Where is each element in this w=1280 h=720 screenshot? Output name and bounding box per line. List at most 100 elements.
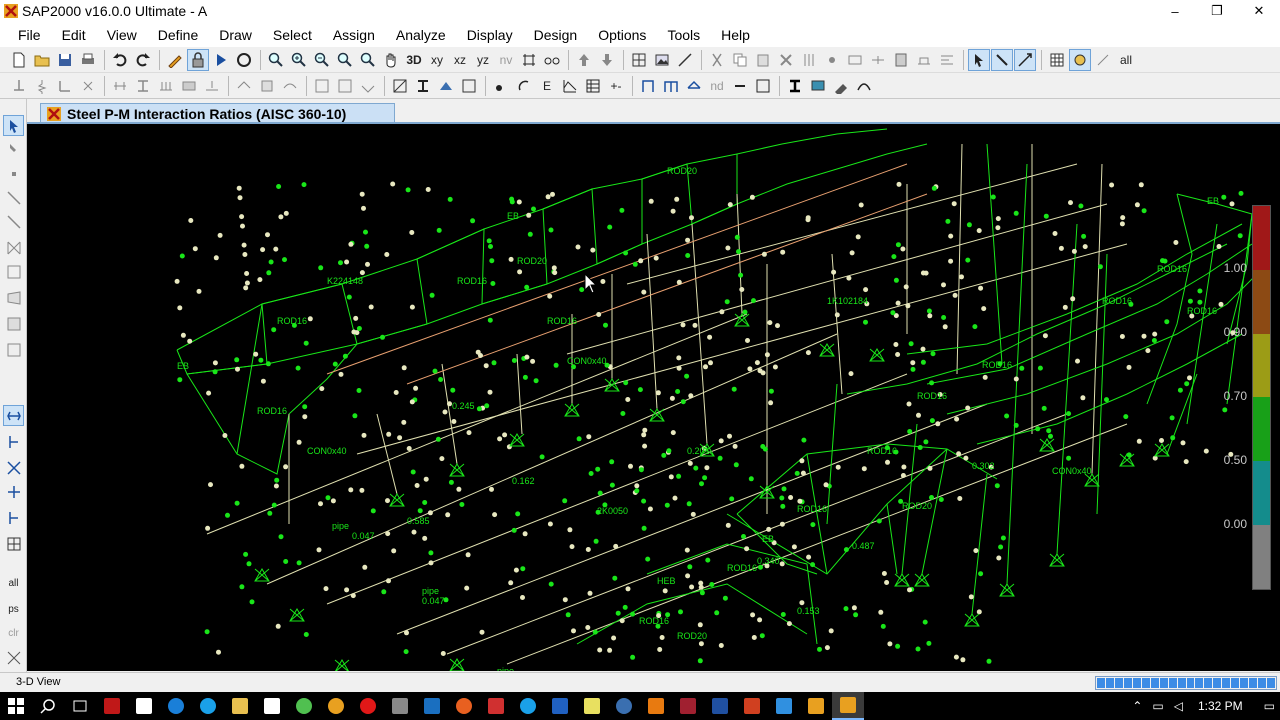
- portal-frame-icon[interactable]: [660, 75, 682, 97]
- monitor-icon[interactable]: [128, 692, 160, 720]
- joint-node[interactable]: [761, 251, 767, 257]
- joint-node[interactable]: [1070, 296, 1076, 302]
- joint-node[interactable]: [641, 498, 647, 504]
- joint-node[interactable]: [447, 196, 453, 202]
- joint-node[interactable]: [805, 350, 811, 356]
- joint-node[interactable]: [352, 413, 358, 419]
- joint-node[interactable]: [978, 571, 984, 577]
- steel-design-icon[interactable]: [389, 75, 411, 97]
- menu-draw[interactable]: Draw: [209, 27, 263, 43]
- joint-node[interactable]: [613, 543, 619, 549]
- joint-node[interactable]: [709, 582, 715, 587]
- redo-icon[interactable]: [132, 49, 154, 71]
- joint-node[interactable]: [945, 218, 951, 224]
- grid-select-icon[interactable]: [3, 533, 24, 554]
- joint-node[interactable]: [917, 445, 923, 450]
- joint-node[interactable]: [960, 657, 966, 663]
- joint-node[interactable]: [884, 580, 890, 585]
- joint-node[interactable]: [1120, 215, 1126, 221]
- zoom-previous-icon[interactable]: [357, 49, 379, 71]
- joint-node[interactable]: [738, 272, 744, 278]
- joint-node[interactable]: [177, 305, 183, 311]
- glasses-icon[interactable]: [541, 49, 563, 71]
- joint-node[interactable]: [397, 435, 403, 441]
- joint-node[interactable]: [887, 641, 893, 647]
- joint-node[interactable]: [350, 593, 356, 599]
- joint-node[interactable]: [741, 534, 746, 539]
- joint-support-icon[interactable]: [1049, 553, 1065, 567]
- chrome-icon[interactable]: [320, 692, 352, 720]
- joint-node[interactable]: [930, 351, 936, 357]
- section-designer-icon[interactable]: [752, 75, 774, 97]
- file-explorer-icon[interactable]: [224, 692, 256, 720]
- joint-node[interactable]: [258, 357, 264, 363]
- fill-pattern-icon[interactable]: [458, 75, 480, 97]
- joint-node[interactable]: [906, 401, 912, 407]
- joint-node[interactable]: [692, 322, 698, 328]
- joint-node[interactable]: [562, 597, 568, 603]
- joint-node[interactable]: [846, 275, 852, 281]
- joint-node[interactable]: [1183, 459, 1189, 465]
- menu-assign[interactable]: Assign: [323, 27, 386, 43]
- joint-node[interactable]: [891, 254, 897, 260]
- joint-node[interactable]: [456, 486, 462, 492]
- joint-node[interactable]: [403, 649, 409, 655]
- joint-node[interactable]: [684, 373, 690, 379]
- joint-node[interactable]: [365, 261, 370, 267]
- joint-node[interactable]: [655, 390, 661, 396]
- tab-steel-pm-interaction[interactable]: Steel P-M Interaction Ratios (AISC 360-1…: [40, 103, 395, 123]
- joint-node[interactable]: [799, 458, 805, 464]
- joint-node[interactable]: [908, 341, 914, 347]
- joint-node[interactable]: [685, 573, 691, 579]
- cut-icon[interactable]: [706, 49, 728, 71]
- joint-node[interactable]: [687, 564, 693, 570]
- joint-support-icon[interactable]: [894, 573, 910, 587]
- joint-node[interactable]: [689, 584, 695, 590]
- joint-node[interactable]: [689, 215, 694, 221]
- menu-file[interactable]: File: [8, 27, 52, 43]
- joint-node[interactable]: [725, 522, 731, 528]
- joint-node[interactable]: [380, 334, 385, 340]
- joint-node[interactable]: [502, 432, 508, 438]
- joint-node[interactable]: [725, 245, 731, 251]
- joint-node[interactable]: [750, 612, 756, 618]
- joint-node[interactable]: [1119, 221, 1125, 227]
- joint-support-icon[interactable]: [449, 658, 465, 671]
- joint-node[interactable]: [432, 368, 438, 374]
- joint-node[interactable]: [686, 501, 692, 507]
- joint-support-icon[interactable]: [1039, 438, 1055, 452]
- joint-node[interactable]: [401, 419, 407, 425]
- joint-node[interactable]: [757, 617, 763, 623]
- joint-node[interactable]: [676, 355, 682, 361]
- joint-node[interactable]: [699, 481, 704, 487]
- draw-line-icon[interactable]: [674, 49, 696, 71]
- joint-node[interactable]: [607, 647, 613, 653]
- frame-release-icon[interactable]: [109, 75, 131, 97]
- tool-icon[interactable]: [384, 692, 416, 720]
- joint-node[interactable]: [634, 483, 640, 489]
- joint-node[interactable]: [895, 300, 901, 306]
- joint-node[interactable]: [1218, 301, 1224, 307]
- joint-support-icon[interactable]: [914, 573, 930, 587]
- joint-node[interactable]: [356, 388, 362, 393]
- select-all-icon[interactable]: [3, 405, 24, 426]
- joint-node[interactable]: [714, 610, 720, 616]
- firefox-icon[interactable]: [448, 692, 480, 720]
- joint-node[interactable]: [267, 510, 273, 516]
- joint-node[interactable]: [338, 260, 343, 266]
- joint-node[interactable]: [338, 371, 344, 377]
- joint-node[interactable]: [318, 265, 324, 271]
- joint-node[interactable]: [393, 390, 399, 395]
- concrete-design-icon[interactable]: [435, 75, 457, 97]
- joint-node[interactable]: [670, 430, 676, 436]
- joint-node[interactable]: [623, 250, 629, 256]
- app-circle-icon[interactable]: [608, 692, 640, 720]
- joint-node[interactable]: [1187, 298, 1193, 304]
- app-green-icon[interactable]: [288, 692, 320, 720]
- joint-node[interactable]: [754, 360, 760, 366]
- xy-view-button[interactable]: xy: [426, 49, 448, 71]
- task-view-icon[interactable]: [64, 692, 96, 720]
- joint-node[interactable]: [246, 561, 252, 567]
- joint-node[interactable]: [346, 294, 352, 300]
- joint-support-icon[interactable]: [869, 348, 885, 362]
